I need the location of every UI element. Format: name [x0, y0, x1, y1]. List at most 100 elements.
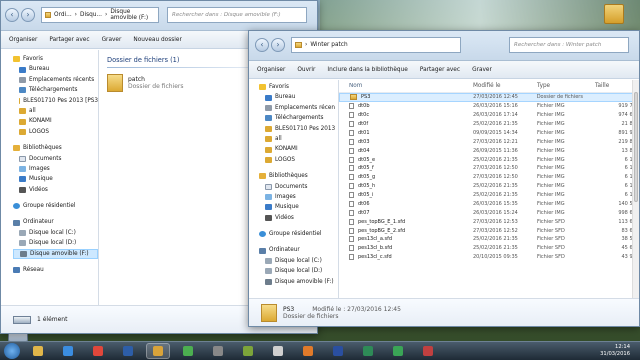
table-row[interactable]: dt04 26/09/2015 11:36 Fichier IMG 13 840 [339, 146, 639, 155]
table-row[interactable]: dt01 09/09/2015 14:34 Fichier IMG 891 970 [339, 129, 639, 138]
nav-item-images[interactable]: Images [259, 192, 338, 202]
table-row[interactable]: pes_topBG_E_2.sfd 27/03/2016 12:52 Fichier… [339, 226, 639, 235]
nav-item-documents[interactable]: Documents [259, 182, 338, 192]
start-button[interactable] [4, 343, 20, 359]
address-part[interactable]: Ordi... [54, 12, 72, 18]
address-part[interactable]: Disque amovible (F:) [110, 9, 158, 21]
column-modified[interactable]: Modifié le [473, 83, 537, 89]
nav-item-folder[interactable]: LOGOS [13, 127, 98, 137]
media-icon[interactable] [56, 343, 80, 359]
file-name: pes13cl_a.sfd [349, 236, 473, 243]
chrome-icon[interactable] [86, 343, 110, 359]
nav-item-drive-c[interactable]: Disque local (C:) [13, 228, 98, 238]
search-input[interactable]: Rechercher dans : Disque amovible (F:) [167, 7, 307, 23]
table-row[interactable]: dt05_h25/02/2016 21:35Fichier IMG6 112 [339, 182, 639, 191]
table-row[interactable]: dt05_i25/02/2016 21:35Fichier IMG6 112 [339, 191, 639, 200]
address-part[interactable]: Disqu... [80, 12, 102, 18]
table-row[interactable]: pes13cl_c.sfd 20/10/2015 09:35 Fichier SFD… [339, 253, 639, 262]
table-row[interactable]: dt0c 26/03/2016 17:14 Fichier IMG 974 624 [339, 111, 639, 120]
table-row[interactable]: dt0f 25/02/2016 21:35 Fichier IMG 21 812 [339, 120, 639, 129]
nav-item-documents[interactable]: Documents [13, 154, 98, 164]
nav-computer[interactable]: Ordinateur [13, 217, 98, 227]
nav-item-folder[interactable]: KONAMI [259, 144, 338, 154]
nav-favorites[interactable]: Favoris [13, 54, 98, 64]
new-folder-button[interactable]: Nouveau dossier [133, 37, 181, 43]
scrollbar-thumb[interactable] [634, 92, 638, 202]
nav-item-drive-d[interactable]: Disque local (D:) [13, 238, 98, 248]
table-row[interactable]: dt03 27/03/2016 12:21 Fichier IMG 219 888 [339, 137, 639, 146]
address-part[interactable]: Winter patch [310, 42, 347, 48]
address-bar[interactable]: › Winter patch [291, 37, 461, 53]
nav-item-music[interactable]: Musique [13, 174, 98, 184]
nav-item-recent[interactable]: Emplacements récents [13, 75, 98, 85]
search-input[interactable]: Rechercher dans : Winter patch [509, 37, 629, 53]
nav-libraries[interactable]: Bibliothèques [13, 143, 98, 153]
share-menu[interactable]: Partager avec [420, 67, 460, 73]
nav-computer[interactable]: Ordinateur [259, 245, 338, 255]
nav-item-folder[interactable]: LOGOS [259, 155, 338, 165]
table-row[interactable]: dt07 26/03/2016 15:24 Fichier IMG 998 610 [339, 208, 639, 217]
pen-icon[interactable] [416, 343, 440, 359]
table-row[interactable]: dt0b 26/03/2016 15:16 Fichier IMG 919 786 [339, 102, 639, 111]
nav-network[interactable]: Réseau [13, 265, 98, 275]
include-library-menu[interactable]: Inclure dans la bibliothèque [327, 67, 407, 73]
nav-item-desktop[interactable]: Bureau [259, 92, 338, 102]
clock[interactable]: 12:14 31/03/2016 [600, 344, 630, 358]
game-icon[interactable] [206, 343, 230, 359]
table-row[interactable]: dt05_f27/03/2016 12:50Fichier IMG6 112 [339, 164, 639, 173]
nav-item-downloads[interactable]: Téléchargements [259, 113, 338, 123]
table-row[interactable]: pes13cl_b.sfd 25/02/2016 21:35 Fichier SFD… [339, 244, 639, 253]
notepad-icon[interactable] [266, 343, 290, 359]
photoshop-icon[interactable] [116, 343, 140, 359]
nav-item-drive-d[interactable]: Disque local (D:) [259, 266, 338, 276]
camtasia-icon[interactable] [386, 343, 410, 359]
nav-libraries[interactable]: Bibliothèques [259, 171, 338, 181]
excel-icon[interactable] [356, 343, 380, 359]
firefox-icon[interactable] [296, 343, 320, 359]
forward-button[interactable]: › [271, 38, 285, 52]
ps-icon[interactable] [326, 343, 350, 359]
nav-item-videos[interactable]: Vidéos [13, 185, 98, 195]
nav-item-folder[interactable]: BLES01710 Pes 2013 [PS3 [13, 96, 98, 106]
table-row[interactable]: dt05_g27/03/2016 12:50Fichier IMG6 112 [339, 173, 639, 182]
back-button[interactable]: ‹ [255, 38, 269, 52]
nav-item-folder[interactable]: BLES01710 Pes 2013 [259, 124, 338, 134]
nav-item-drive-c[interactable]: Disque local (C:) [259, 256, 338, 266]
table-row[interactable]: pes_topBG_E_1.sfd 27/03/2016 12:53 Fichier… [339, 217, 639, 226]
vertical-scrollbar[interactable] [632, 80, 639, 298]
nav-item-desktop[interactable]: Bureau [13, 64, 98, 74]
nav-homegroup[interactable]: Groupe résidentiel [259, 229, 338, 239]
burn-button[interactable]: Graver [102, 37, 122, 43]
table-row[interactable]: dt05_e25/02/2016 21:35Fichier IMG6 112 [339, 155, 639, 164]
nav-homegroup[interactable]: Groupe résidentiel [13, 201, 98, 211]
organize-menu[interactable]: Organiser [9, 37, 37, 43]
open-button[interactable]: Ouvrir [297, 67, 315, 73]
nav-item-folder[interactable]: all [13, 106, 98, 116]
nav-item-images[interactable]: Images [13, 164, 98, 174]
forward-button[interactable]: › [21, 8, 35, 22]
nav-item-drive-f[interactable]: Disque amovible (F:) [13, 248, 98, 260]
nav-item-recent[interactable]: Emplacements récen [259, 103, 338, 113]
explorer-icon[interactable] [26, 343, 50, 359]
nav-item-folder[interactable]: all [259, 134, 338, 144]
nav-item-downloads[interactable]: Téléchargements [13, 85, 98, 95]
table-row[interactable]: pes13cl_a.sfd 25/02/2016 21:35 Fichier SFD… [339, 235, 639, 244]
antivirus-icon[interactable] [236, 343, 260, 359]
address-bar[interactable]: Ordi... › Disqu... › Disque amovible (F:… [41, 7, 159, 23]
nav-favorites[interactable]: Favoris [259, 82, 338, 92]
burn-button[interactable]: Graver [472, 67, 492, 73]
share-menu[interactable]: Partager avec [49, 37, 89, 43]
table-row[interactable]: dt06 26/03/2016 15:35 Fichier IMG 140 558 [339, 200, 639, 209]
file-name: dt05_h [349, 183, 473, 190]
nav-item-music[interactable]: Musique [259, 202, 338, 212]
column-name[interactable]: Nom [349, 83, 473, 89]
table-row[interactable]: PS3 27/03/2016 12:45 Dossier de fichiers [339, 93, 639, 102]
organize-menu[interactable]: Organiser [257, 67, 285, 73]
back-button[interactable]: ‹ [5, 8, 19, 22]
folder-icon[interactable] [146, 343, 170, 359]
nav-item-videos[interactable]: Vidéos [259, 213, 338, 223]
nav-item-folder[interactable]: KONAMI [13, 116, 98, 126]
column-type[interactable]: Type [537, 83, 595, 89]
nav-item-drive-f[interactable]: Disque amovible (F:) [259, 277, 338, 287]
xbox-icon[interactable] [176, 343, 200, 359]
